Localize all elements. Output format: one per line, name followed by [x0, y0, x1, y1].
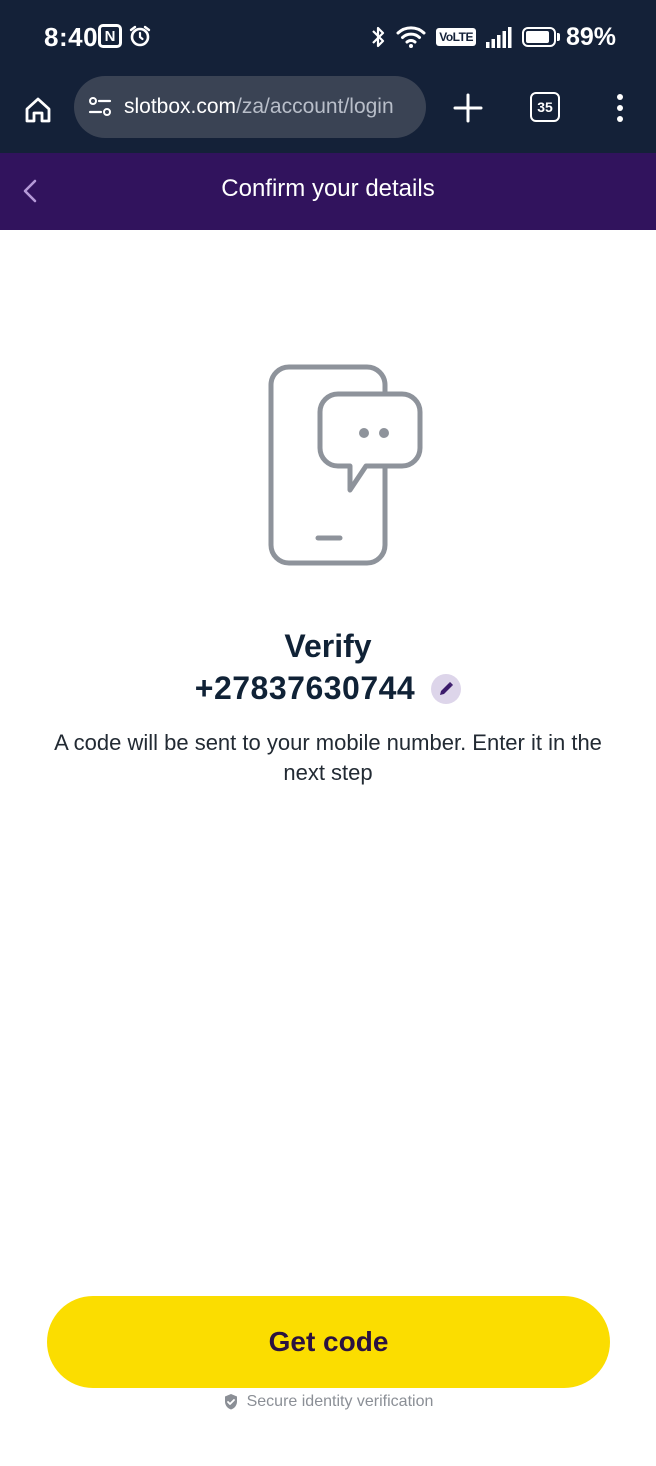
home-button[interactable]: [18, 90, 58, 130]
address-bar[interactable]: slotbox.com/za/account/login: [74, 76, 426, 138]
secure-note: Secure identity verification: [0, 1393, 656, 1411]
page-header: Confirm your details: [0, 153, 656, 230]
description-text: A code will be sent to your mobile numbe…: [54, 730, 602, 785]
status-right-icons: VoLTE 89%: [370, 22, 616, 52]
signal-icon: [485, 27, 512, 48]
wifi-icon: [396, 26, 426, 48]
battery-tip: [556, 33, 560, 41]
get-code-button[interactable]: Get code: [47, 1296, 610, 1388]
volte-badge: VoLTE: [436, 28, 476, 46]
verify-title: Verify: [284, 628, 372, 664]
bluetooth-icon: [372, 26, 385, 48]
status-time: 8:40: [44, 22, 99, 52]
battery-fill: [525, 31, 550, 43]
browser-toolbar: slotbox.com/za/account/login 35: [0, 76, 656, 153]
tabs-icon[interactable]: 35: [530, 92, 560, 122]
nfc-icon: N: [98, 24, 122, 48]
secure-note-text: Secure identity verification: [246, 1393, 434, 1410]
menu-dot: [617, 116, 623, 122]
more-vert-icon[interactable]: [608, 90, 632, 126]
page-title: Confirm your details: [221, 175, 435, 202]
phone-row: +27837630744: [0, 670, 656, 707]
phone-chat-icon: [268, 364, 423, 566]
shield-check-icon: [224, 1394, 237, 1410]
edit-phone-button[interactable]: [431, 673, 462, 704]
status-left-icons: N: [98, 24, 152, 48]
alarm-icon: [129, 25, 151, 47]
battery-percent: 89%: [565, 22, 616, 51]
url-text: slotbox.com/za/account/login: [124, 95, 394, 119]
url-domain: slotbox.com: [124, 95, 237, 118]
plus-icon[interactable]: [450, 90, 486, 126]
battery-icon: [521, 27, 556, 47]
battery-indicator: 89%: [521, 22, 616, 52]
url-path: /za/account/login: [236, 95, 394, 118]
status-bar: 8:40 N VoLTE 89%: [0, 0, 656, 76]
site-settings-icon[interactable]: [88, 95, 112, 119]
menu-dot: [617, 105, 623, 111]
phone-number: +27837630744: [194, 670, 416, 706]
menu-dot: [617, 94, 623, 100]
home-icon: [25, 97, 51, 123]
edit-pencil-icon: [440, 681, 454, 695]
